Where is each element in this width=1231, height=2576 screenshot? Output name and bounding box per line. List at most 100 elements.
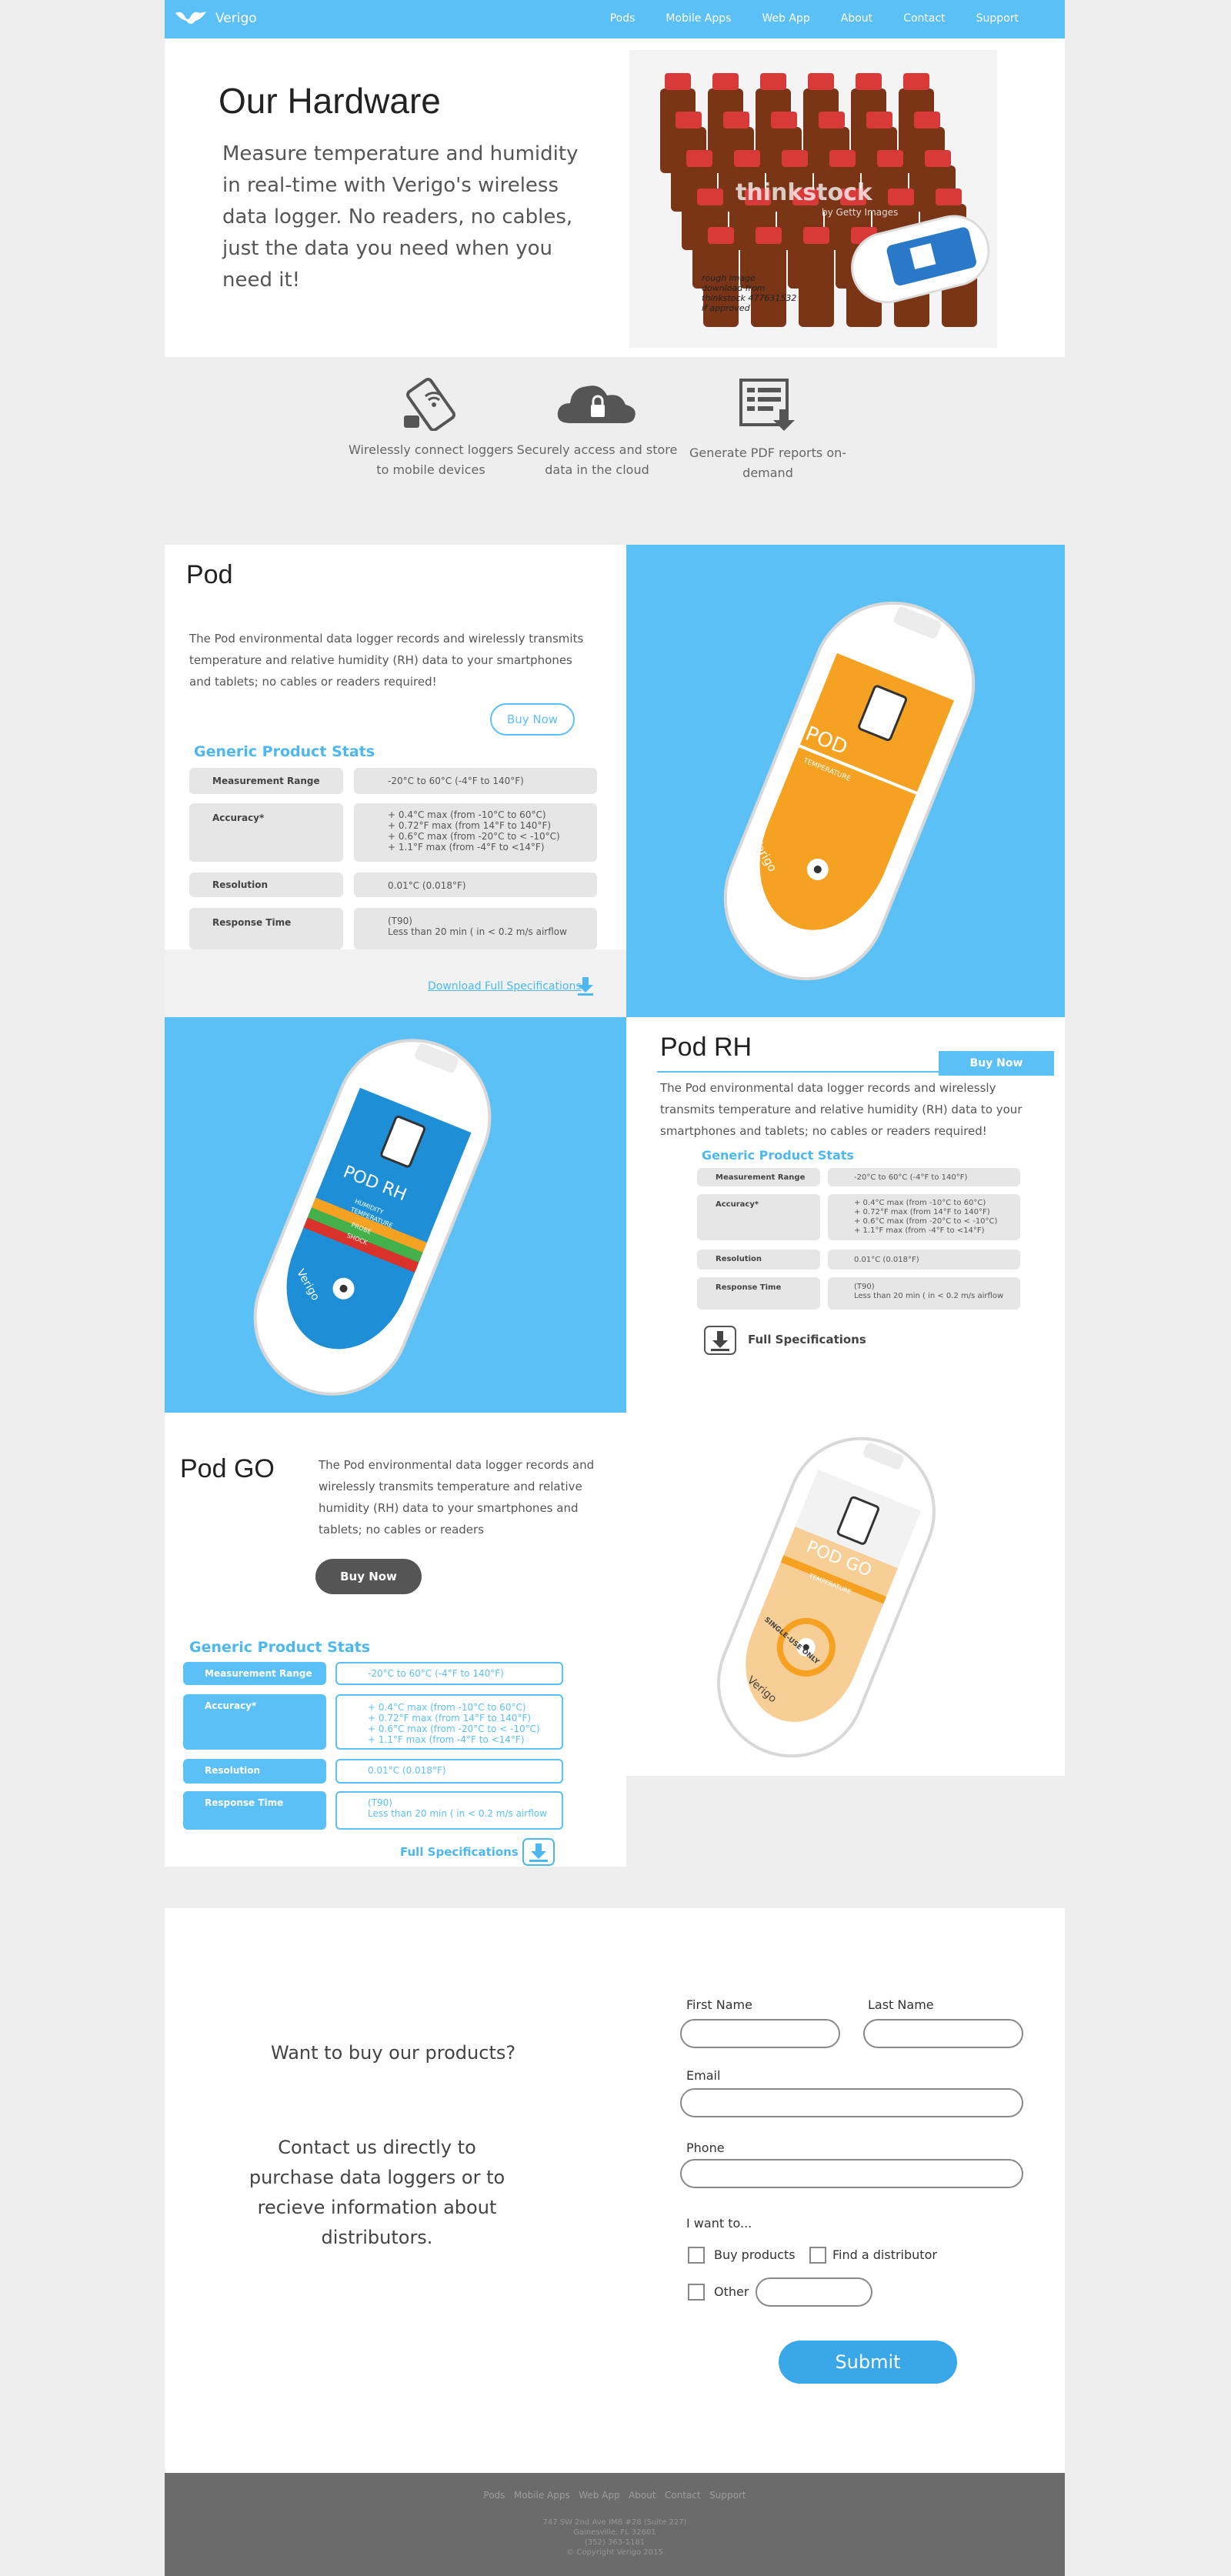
podrh-download-link[interactable]: Full Specifications xyxy=(748,1333,866,1346)
podrh-description: The Pod environmental data logger record… xyxy=(660,1081,1022,1138)
feature-pdf-text: Generate PDF reports on-demand xyxy=(689,445,847,480)
watermark-sub: by Getty Images xyxy=(822,207,899,218)
nav-link-about[interactable]: About xyxy=(841,12,872,25)
podgo-stat-label-range: Measurement Range xyxy=(183,1662,326,1685)
podgo-section: Pod GO The Pod environmental data logger… xyxy=(165,1413,626,1867)
page-title: Our Hardware xyxy=(219,81,441,121)
pod-buy-button[interactable]: Buy Now xyxy=(490,703,575,736)
pod-stat-value-resolution: 0.01°C (0.018°F) xyxy=(354,873,597,897)
last-name-input[interactable] xyxy=(863,2019,1023,2048)
submit-button[interactable]: Submit xyxy=(779,2341,957,2384)
email-label: Email xyxy=(686,2068,721,2083)
phone-label: Phone xyxy=(686,2141,725,2155)
podrh-device-panel: POD RH HUMIDITY TEMPERATURE PROBE SHOCK … xyxy=(165,1017,626,1413)
download-icon[interactable] xyxy=(577,977,594,996)
footer-link-contact[interactable]: Contact xyxy=(665,2490,701,2501)
pod-stat-label-accuracy: Accuracy* xyxy=(189,803,343,862)
pod-title: Pod xyxy=(186,560,233,589)
nav-link-web-app[interactable]: Web App xyxy=(762,12,809,25)
podrh-stat-value-range: -20°C to 60°C (-4°F to 140°F) xyxy=(828,1168,1020,1186)
podrh-stat-label-range: Measurement Range xyxy=(697,1168,820,1186)
podgo-download-link[interactable]: Full Specifications xyxy=(400,1845,519,1859)
feature-cloud-text: Securely access and store data in the cl… xyxy=(516,442,678,477)
pod-stat-label-range: Measurement Range xyxy=(189,768,343,794)
hero-photo: thinkstock by Getty Images rough image do… xyxy=(629,50,997,348)
contact-section: Want to buy our products? Contact us dir… xyxy=(165,1908,1065,2473)
podgo-device-panel: POD GO TEMPERATURE SINGLE-USE ONLY Verig… xyxy=(626,1413,1065,1776)
email-input[interactable] xyxy=(680,2088,1023,2117)
podgo-description: The Pod environmental data logger record… xyxy=(319,1458,595,1537)
podgo-buy-button[interactable]: Buy Now xyxy=(315,1559,422,1594)
feature-wireless: Wirelessly connect loggers to mobile dev… xyxy=(346,377,515,480)
nav-links: Pods Mobile Apps Web App About Contact S… xyxy=(579,12,1019,25)
podrh-download-icon[interactable] xyxy=(703,1325,737,1356)
cloud-lock-icon xyxy=(557,385,636,423)
nav-link-pods[interactable]: Pods xyxy=(610,12,636,25)
pod-section: Pod The Pod environmental data logger re… xyxy=(165,545,626,1017)
top-nav: Verigo Pods Mobile Apps Web App About Co… xyxy=(165,0,1065,38)
phone-input[interactable] xyxy=(680,2159,1023,2188)
other-checkbox[interactable] xyxy=(688,2284,705,2301)
feature-wireless-text: Wirelessly connect loggers to mobile dev… xyxy=(348,442,514,477)
podrh-stat-label-resolution: Resolution xyxy=(697,1250,820,1270)
vial-cap xyxy=(723,112,749,128)
vial-cap xyxy=(782,150,808,167)
verigo-logo-icon[interactable] xyxy=(174,10,208,28)
vial-cap xyxy=(877,150,903,167)
pod-stat-value-accuracy: + 0.4°C max (from -10°C to 60°C) + 0.72°F… xyxy=(354,803,597,862)
first-name-input[interactable] xyxy=(680,2019,840,2048)
brand-name[interactable]: Verigo xyxy=(215,11,257,26)
hero-body: Measure temperature and humidity in real… xyxy=(222,142,579,292)
nav-link-support[interactable]: Support xyxy=(976,12,1019,25)
vial-cap xyxy=(808,73,834,90)
pdf-report-icon xyxy=(739,379,795,431)
podrh-stat-label-response: Response Time xyxy=(697,1277,820,1310)
vial-cap xyxy=(803,227,829,244)
podrh-device-image xyxy=(253,1039,492,1396)
footer-link-mobile-apps[interactable]: Mobile Apps xyxy=(514,2490,570,2501)
footer-address: 747 SW 2nd Ave IMB #28 (Suite 227) Gaines… xyxy=(542,2518,687,2557)
pod-download-link[interactable]: Download Full Specifications xyxy=(428,980,582,993)
other-input[interactable] xyxy=(756,2277,872,2307)
buy-products-checkbox[interactable] xyxy=(688,2247,705,2264)
podrh-stats-title: Generic Product Stats xyxy=(702,1148,854,1163)
podgo-title: Pod GO xyxy=(180,1454,275,1483)
want-label: I want to... xyxy=(686,2216,752,2231)
footer-link-support[interactable]: Support xyxy=(709,2490,746,2501)
podrh-stat-value-response: (T90) Less than 20 min ( in < 0.2 m/s air… xyxy=(828,1277,1020,1310)
contact-heading: Want to buy our products? xyxy=(271,2042,516,2064)
podgo-download-icon[interactable] xyxy=(522,1837,555,1867)
vial-cap xyxy=(888,189,914,205)
vial-cap xyxy=(756,227,782,244)
find-distributor-label: Find a distributor xyxy=(832,2247,937,2262)
vial-cap xyxy=(856,73,882,90)
podrh-section: Pod RH Buy Now The Pod environmental dat… xyxy=(626,1017,1065,1413)
podgo-stats-title: Generic Product Stats xyxy=(189,1639,371,1656)
vial-cap xyxy=(829,150,856,167)
find-distributor-checkbox[interactable] xyxy=(809,2247,826,2264)
vial-cap xyxy=(771,112,797,128)
footer-link-about[interactable]: About xyxy=(629,2490,656,2501)
footer-link-web-app[interactable]: Web App xyxy=(579,2490,619,2501)
vial-cap xyxy=(903,73,929,90)
podgo-stat-value-resolution: 0.01°C (0.018°F) xyxy=(335,1759,563,1784)
vial-cap xyxy=(665,73,691,90)
podrh-stat-value-accuracy: + 0.4°C max (from -10°C to 60°C) + 0.72°F… xyxy=(828,1194,1020,1240)
footer-link-pods[interactable]: Pods xyxy=(483,2490,505,2501)
vial-cap xyxy=(676,112,702,128)
feature-cloud: Securely access and store data in the cl… xyxy=(512,377,682,480)
vial-cap xyxy=(734,150,760,167)
nav-link-contact[interactable]: Contact xyxy=(903,12,945,25)
pod-description: The Pod environmental data logger record… xyxy=(189,632,584,689)
vial-cap xyxy=(914,112,940,128)
podrh-buy-button[interactable]: Buy Now xyxy=(939,1051,1054,1076)
first-name-label: First Name xyxy=(686,1997,752,2012)
mobile-wireless-icon xyxy=(404,378,455,431)
nav-link-mobile-apps[interactable]: Mobile Apps xyxy=(666,12,731,25)
watermark: thinkstock xyxy=(736,179,872,206)
contact-body: Contact us directly to purchase data log… xyxy=(249,2137,505,2248)
vial-cap xyxy=(760,73,786,90)
vial-cap xyxy=(686,150,712,167)
pod-stat-value-response: (T90) Less than 20 min ( in < 0.2 m/s air… xyxy=(354,908,597,949)
pod-device-panel: POD TEMPERATURE Verigo xyxy=(626,545,1065,1017)
